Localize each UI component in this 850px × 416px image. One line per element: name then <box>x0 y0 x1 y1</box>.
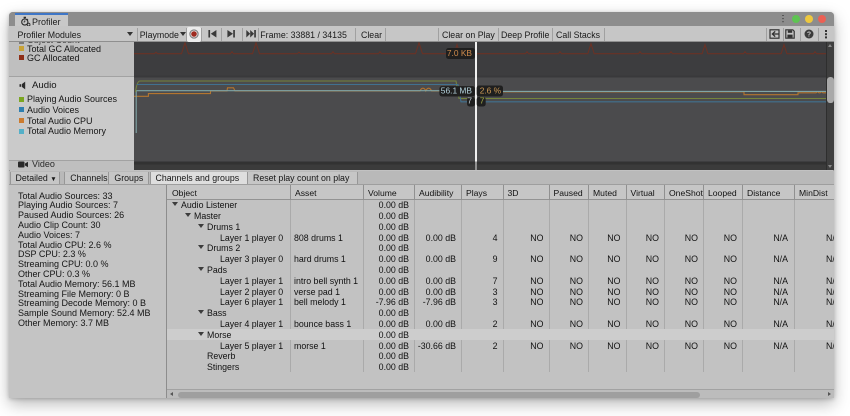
svg-text:56.1 MB: 56.1 MB <box>441 86 473 96</box>
svg-text:2.6 %: 2.6 % <box>480 86 502 96</box>
svg-text:7: 7 <box>467 96 472 106</box>
svg-text:7.0 KB: 7.0 KB <box>447 48 473 58</box>
svg-text:?: ? <box>806 31 810 38</box>
svg-text:7: 7 <box>480 96 485 106</box>
